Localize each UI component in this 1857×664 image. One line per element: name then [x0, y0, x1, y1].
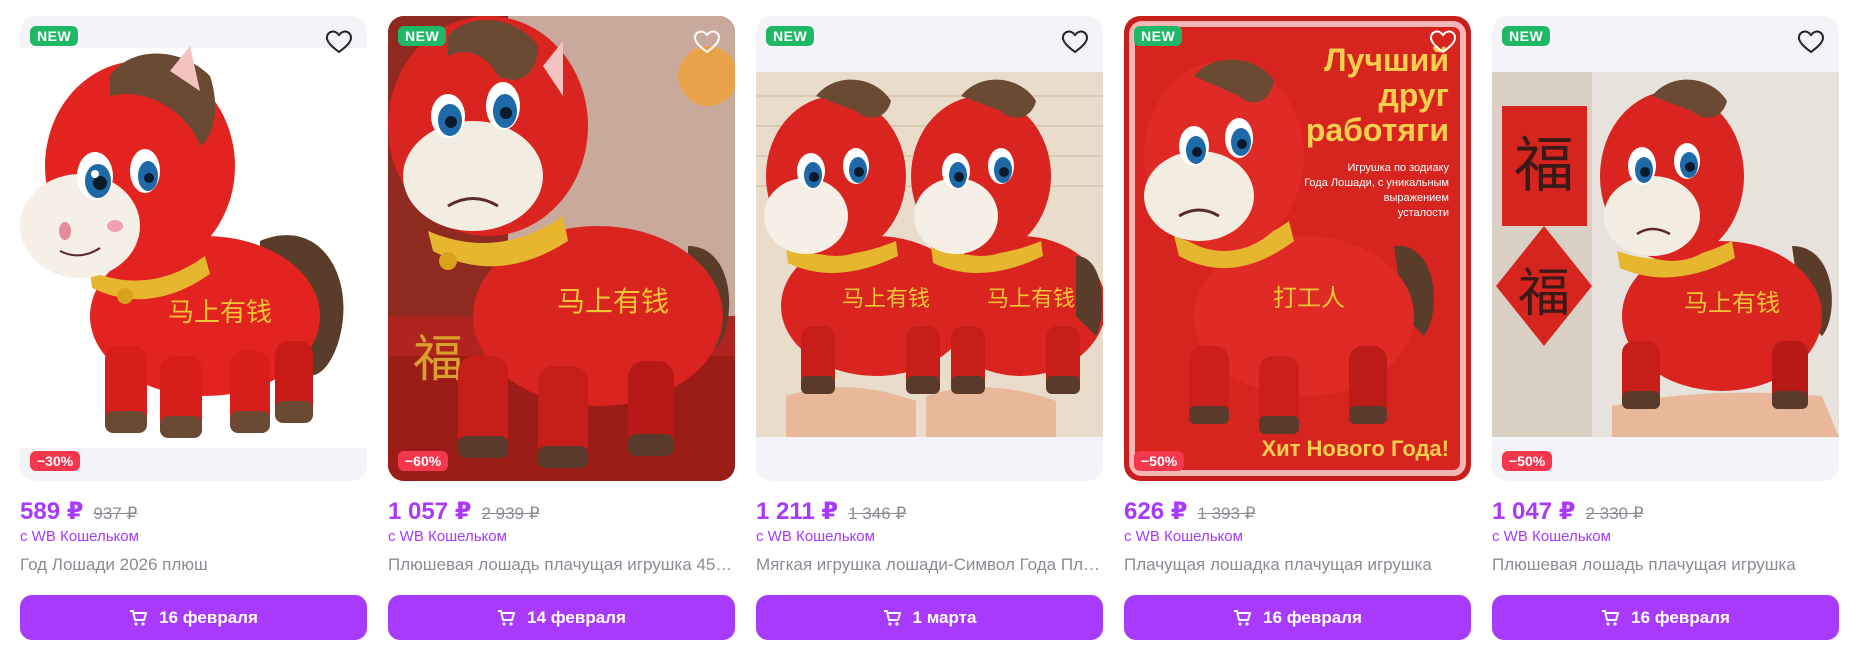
- delivery-date: 1 марта: [912, 607, 977, 627]
- old-price: 2 939 ₽: [481, 504, 540, 523]
- new-badge: NEW: [30, 26, 79, 46]
- add-to-cart-button[interactable]: 1 марта: [756, 595, 1103, 640]
- heart-outline-icon: [1062, 30, 1088, 54]
- product-image[interactable]: 马上有钱 马上有钱 NEW: [756, 16, 1103, 481]
- product-title[interactable]: Год Лошади 2026 плюш: [20, 555, 367, 579]
- new-badge: NEW: [1502, 26, 1551, 46]
- poster-sub-line-3: выражением: [1384, 192, 1449, 204]
- price: 1 211 ₽: [756, 498, 839, 525]
- chest-embroidery: 打工人: [1273, 284, 1345, 312]
- price: 1 047 ₽: [1492, 498, 1576, 525]
- product-card[interactable]: 福 马上有钱 NEW −60% 1 057 ₽ 2 939 ₽ с WB Кош…: [388, 16, 735, 640]
- product-title[interactable]: Плюшевая лошадь плачущая игрушка: [1492, 555, 1839, 579]
- price-row: 589 ₽ 937 ₽: [20, 497, 367, 525]
- price: 1 057 ₽: [388, 498, 472, 525]
- fu-banner-char: 福: [1514, 131, 1574, 201]
- cart-icon: [129, 609, 148, 627]
- price: 589 ₽: [20, 498, 84, 525]
- poster-sub-line-1: Игрушка по зодиаку: [1347, 162, 1449, 174]
- poster-sub-line-2: Года Лошади, с уникальным: [1304, 177, 1449, 189]
- delivery-date: 16 февраля: [159, 607, 258, 627]
- product-card[interactable]: 福 福 马上有钱 NEW −50% 1 047 ₽ 2 330 ₽ с WB К…: [1492, 16, 1839, 640]
- wallet-note: с WB Кошельком: [388, 528, 507, 545]
- plush-horses-photo: 马上有钱 马上有钱: [756, 16, 1103, 481]
- poster-sub-line-4: усталости: [1398, 207, 1449, 219]
- heart-outline-icon: [1798, 30, 1824, 54]
- add-to-cart-button[interactable]: 16 февраля: [20, 595, 367, 640]
- svg-text:马上有钱: 马上有钱: [987, 287, 1075, 312]
- plush-horse-photo: 福 福 马上有钱: [1492, 16, 1839, 481]
- discount-badge: −30%: [30, 451, 81, 471]
- product-title[interactable]: Плачущая лошадка плачущая игрушка: [1124, 555, 1471, 579]
- svg-text:马上有钱: 马上有钱: [1684, 289, 1780, 317]
- poster-heading-line-2: друг: [1378, 77, 1449, 113]
- wallet-note: с WB Кошельком: [756, 528, 875, 545]
- product-grid: 马上有钱 NEW −30% 589 ₽ 937 ₽ с WB Кошельком…: [20, 16, 1839, 640]
- favorite-button[interactable]: [1425, 24, 1461, 60]
- heart-outline-icon: [694, 30, 720, 54]
- svg-text:马上有钱: 马上有钱: [557, 285, 669, 318]
- plush-horse-photo: 福 马上有钱: [388, 16, 735, 481]
- old-price: 937 ₽: [93, 504, 138, 523]
- price-row: 626 ₽ 1 393 ₽: [1124, 497, 1471, 525]
- delivery-date: 14 февраля: [527, 607, 626, 627]
- delivery-date: 16 февраля: [1263, 607, 1362, 627]
- price-row: 1 057 ₽ 2 939 ₽: [388, 497, 735, 525]
- svg-text:马上有钱: 马上有钱: [168, 298, 272, 328]
- price-row: 1 047 ₽ 2 330 ₽: [1492, 497, 1839, 525]
- product-title[interactable]: Мягкая игрушка лошади-Символ Года Плачущ…: [756, 555, 1103, 579]
- new-badge: NEW: [766, 26, 815, 46]
- product-image[interactable]: 福 福 马上有钱 NEW −50%: [1492, 16, 1839, 481]
- poster-heading-line-3: работяги: [1306, 112, 1449, 148]
- discount-badge: −50%: [1134, 451, 1185, 471]
- discount-badge: −60%: [398, 451, 449, 471]
- product-card[interactable]: 马上有钱 马上有钱 NEW 1 211 ₽ 1 346 ₽ с WB Кошел…: [756, 16, 1103, 640]
- favorite-button[interactable]: [1793, 24, 1829, 60]
- product-image[interactable]: 马上有钱 NEW −30%: [20, 16, 367, 481]
- old-price: 1 346 ₽: [848, 504, 907, 523]
- wallet-note: с WB Кошельком: [20, 528, 139, 545]
- price: 626 ₽: [1124, 498, 1188, 525]
- discount-badge: −50%: [1502, 451, 1553, 471]
- svg-text:马上有钱: 马上有钱: [842, 287, 930, 312]
- add-to-cart-button[interactable]: 16 февраля: [1124, 595, 1471, 640]
- cart-icon: [883, 609, 901, 627]
- product-card[interactable]: Лучший друг работяги Игрушка по зодиаку …: [1124, 16, 1471, 640]
- old-price: 1 393 ₽: [1197, 504, 1256, 523]
- product-image[interactable]: 福 马上有钱 NEW −60%: [388, 16, 735, 481]
- add-to-cart-button[interactable]: 16 февраля: [1492, 595, 1839, 640]
- fu-banner-char: 福: [1518, 264, 1570, 324]
- cart-icon: [1601, 609, 1620, 627]
- product-card[interactable]: 马上有钱 NEW −30% 589 ₽ 937 ₽ с WB Кошельком…: [20, 16, 367, 640]
- product-image[interactable]: Лучший друг работяги Игрушка по зодиаку …: [1124, 16, 1471, 481]
- old-price: 2 330 ₽: [1585, 504, 1644, 523]
- poster-footer: Хит Нового Года!: [1261, 436, 1449, 461]
- product-title[interactable]: Плюшевая лошадь плачущая игрушка 45 см: [388, 555, 735, 579]
- new-badge: NEW: [398, 26, 447, 46]
- wallet-note: с WB Кошельком: [1492, 528, 1611, 545]
- cart-icon: [1233, 609, 1252, 627]
- favorite-button[interactable]: [321, 24, 357, 60]
- plush-horse-poster: Лучший друг работяги Игрушка по зодиаку …: [1124, 16, 1471, 481]
- heart-outline-icon: [1430, 30, 1456, 54]
- plush-horse-photo: 马上有钱: [20, 16, 367, 481]
- wallet-note: с WB Кошельком: [1124, 528, 1243, 545]
- favorite-button[interactable]: [689, 24, 725, 60]
- new-badge: NEW: [1134, 26, 1183, 46]
- price-row: 1 211 ₽ 1 346 ₽: [756, 497, 1103, 525]
- svg-text:福: 福: [413, 330, 463, 388]
- add-to-cart-button[interactable]: 14 февраля: [388, 595, 735, 640]
- heart-outline-icon: [326, 30, 352, 54]
- delivery-date: 16 февраля: [1631, 607, 1730, 627]
- favorite-button[interactable]: [1057, 24, 1093, 60]
- cart-icon: [497, 609, 516, 627]
